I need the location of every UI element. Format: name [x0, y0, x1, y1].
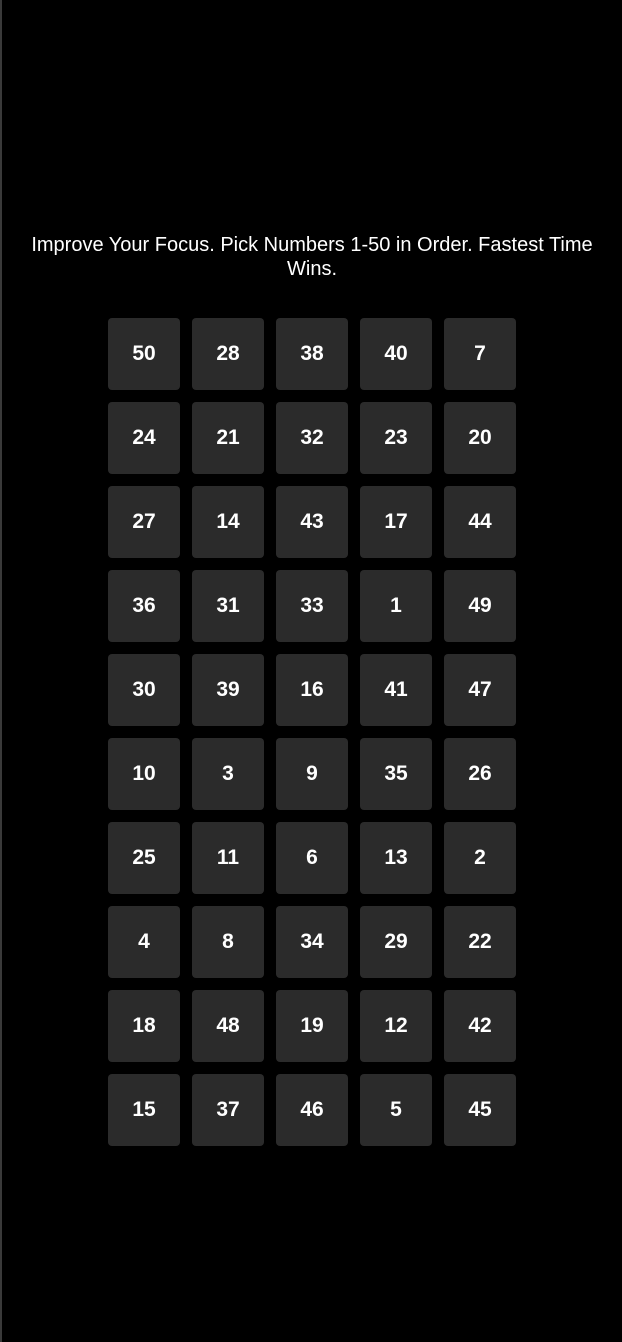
number-tile[interactable]: 46	[276, 1074, 348, 1146]
number-tile[interactable]: 41	[360, 654, 432, 726]
number-tile[interactable]: 26	[444, 738, 516, 810]
number-tile[interactable]: 43	[276, 486, 348, 558]
number-tile[interactable]: 36	[108, 570, 180, 642]
number-tile[interactable]: 21	[192, 402, 264, 474]
number-tile[interactable]: 12	[360, 990, 432, 1062]
number-tile[interactable]: 42	[444, 990, 516, 1062]
number-tile[interactable]: 23	[360, 402, 432, 474]
number-tile[interactable]: 31	[192, 570, 264, 642]
instructions-text: Improve Your Focus. Pick Numbers 1-50 in…	[31, 234, 593, 280]
number-tile[interactable]: 2	[444, 822, 516, 894]
number-tile[interactable]: 30	[108, 654, 180, 726]
number-tile[interactable]: 22	[444, 906, 516, 978]
number-tile[interactable]: 27	[108, 486, 180, 558]
number-tile[interactable]: 20	[444, 402, 516, 474]
number-tile[interactable]: 24	[108, 402, 180, 474]
number-tile[interactable]: 32	[276, 402, 348, 474]
number-tile[interactable]: 9	[276, 738, 348, 810]
number-tile[interactable]: 38	[276, 318, 348, 390]
number-tile[interactable]: 44	[444, 486, 516, 558]
number-tile[interactable]: 33	[276, 570, 348, 642]
number-tile[interactable]: 50	[108, 318, 180, 390]
number-tile[interactable]: 19	[276, 990, 348, 1062]
number-tile[interactable]: 18	[108, 990, 180, 1062]
number-tile[interactable]: 7	[444, 318, 516, 390]
number-tile[interactable]: 49	[444, 570, 516, 642]
window-edge	[0, 0, 2, 1342]
number-tile[interactable]: 17	[360, 486, 432, 558]
number-tile[interactable]: 8	[192, 906, 264, 978]
number-tile[interactable]: 13	[360, 822, 432, 894]
number-tile[interactable]: 6	[276, 822, 348, 894]
number-tile[interactable]: 35	[360, 738, 432, 810]
number-tile[interactable]: 1	[360, 570, 432, 642]
number-tile[interactable]: 28	[192, 318, 264, 390]
number-tile[interactable]: 29	[360, 906, 432, 978]
number-tile[interactable]: 45	[444, 1074, 516, 1146]
number-tile[interactable]: 3	[192, 738, 264, 810]
number-tile[interactable]: 40	[360, 318, 432, 390]
number-tile[interactable]: 15	[108, 1074, 180, 1146]
number-tile[interactable]: 11	[192, 822, 264, 894]
number-tile[interactable]: 47	[444, 654, 516, 726]
number-tile[interactable]: 25	[108, 822, 180, 894]
number-tile[interactable]: 37	[192, 1074, 264, 1146]
number-tile[interactable]: 16	[276, 654, 348, 726]
number-tile[interactable]: 14	[192, 486, 264, 558]
number-tile[interactable]: 10	[108, 738, 180, 810]
number-grid: 50 28 38 40 7 24 21 32 23 20 27 14 43 17 44 36 31 33 1 49 30…	[108, 318, 516, 1146]
number-tile[interactable]: 39	[192, 654, 264, 726]
number-tile[interactable]: 4	[108, 906, 180, 978]
number-tile[interactable]: 34	[276, 906, 348, 978]
number-tile[interactable]: 5	[360, 1074, 432, 1146]
number-tile[interactable]: 48	[192, 990, 264, 1062]
